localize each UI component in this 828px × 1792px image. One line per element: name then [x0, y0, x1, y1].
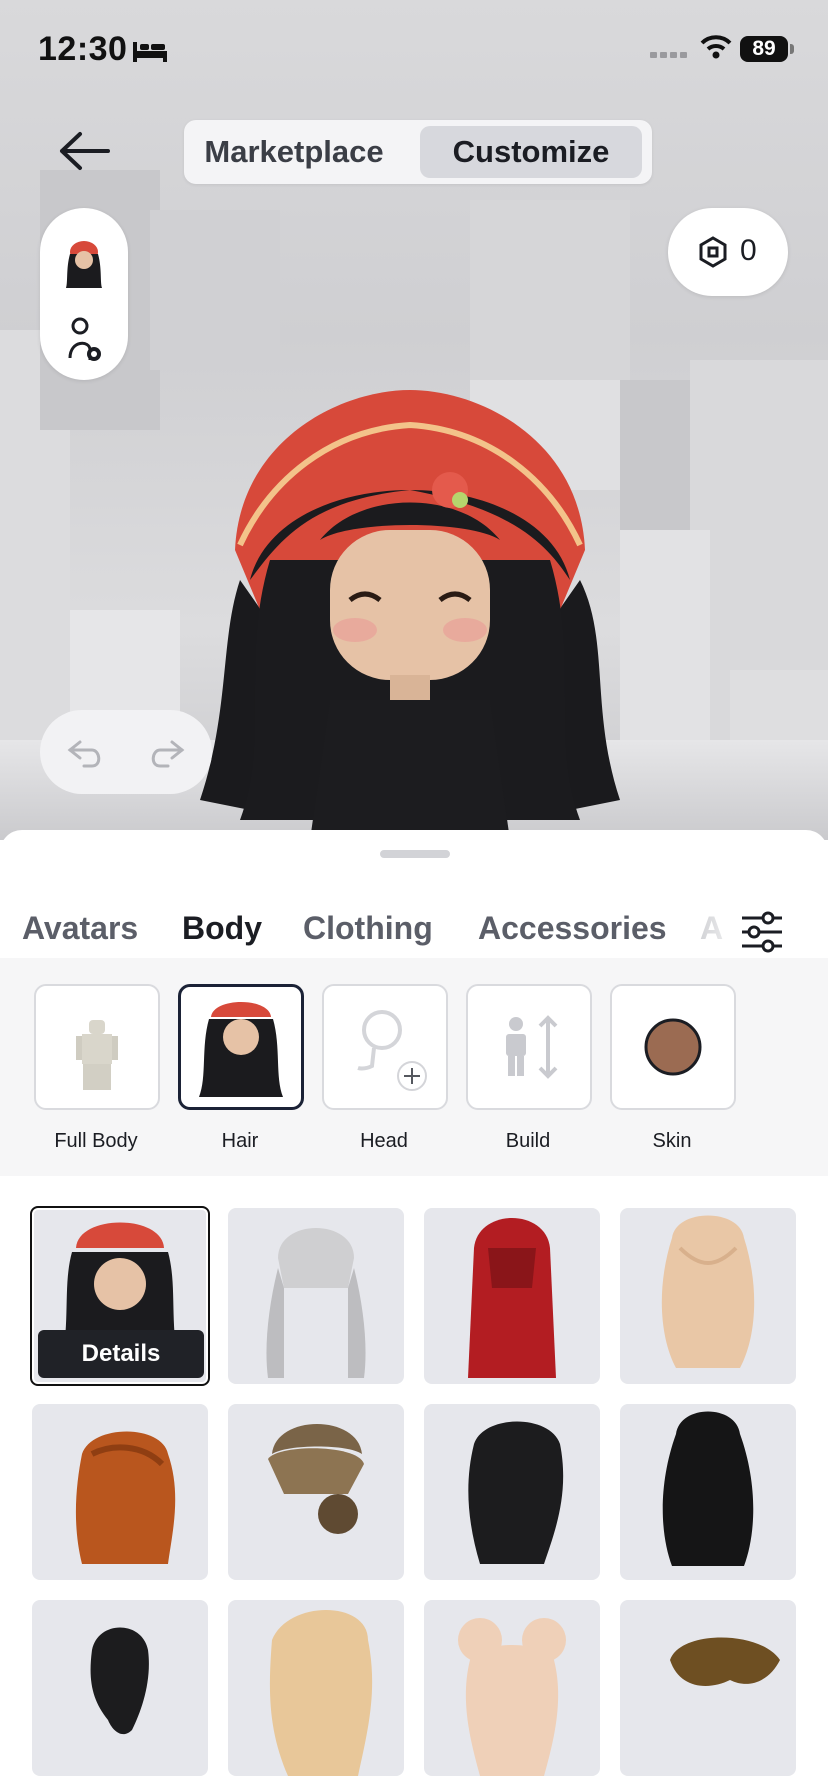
hair-thumb: [662, 1411, 754, 1566]
hair-thumb: [458, 1618, 566, 1776]
hair-item[interactable]: [228, 1404, 404, 1580]
subcat-skin-tile[interactable]: [610, 984, 736, 1110]
subcat-head-tile[interactable]: [322, 984, 448, 1110]
customize-sheet: Avatars Body Clothing Accessories A: [0, 830, 828, 1792]
full-body-icon: [76, 1020, 118, 1090]
hair-thumb: [468, 1421, 564, 1564]
avatar-character[interactable]: [180, 380, 640, 840]
hair-item-equipped[interactable]: Details: [30, 1206, 210, 1386]
hair-thumb: [75, 1431, 176, 1564]
tab-marketplace[interactable]: Marketplace: [194, 126, 394, 178]
undo-redo-pill: [40, 710, 212, 794]
subcat-hair[interactable]: Hair: [178, 984, 304, 1153]
hair-item[interactable]: [620, 1208, 796, 1384]
hair-item[interactable]: [620, 1404, 796, 1580]
filter-sliders-icon[interactable]: [740, 910, 784, 954]
hair-item[interactable]: [424, 1600, 600, 1776]
robux-icon: [699, 236, 727, 268]
subcat-hair-tile[interactable]: [178, 984, 304, 1110]
hair-item[interactable]: [228, 1208, 404, 1384]
hair-thumb: [266, 1228, 366, 1378]
hair-item[interactable]: [424, 1404, 600, 1580]
tab-avatars[interactable]: Avatars: [22, 910, 138, 947]
avatar-preview-scene[interactable]: 12:30 89 Marketplace Customize 0: [0, 0, 828, 840]
scene-block: [470, 200, 630, 380]
tab-clothing[interactable]: Clothing: [303, 910, 433, 947]
subcat-label: Build: [505, 1130, 551, 1152]
robux-count: 0: [740, 234, 757, 267]
scene-block: [150, 210, 280, 370]
details-button[interactable]: Details: [38, 1330, 204, 1378]
battery-tip: [790, 44, 794, 54]
hair-thumb: [90, 1627, 149, 1735]
robux-balance[interactable]: 0: [668, 208, 788, 296]
hair-item[interactable]: [228, 1600, 404, 1776]
subcat-label: Full Body: [54, 1130, 138, 1152]
status-bar: 12:30 89: [0, 0, 828, 100]
hair-thumb: [269, 1610, 373, 1776]
cell-signal-icon: [650, 52, 687, 58]
subcat-label: Head: [360, 1130, 408, 1152]
hair-item[interactable]: [32, 1404, 208, 1580]
status-time: 12:30: [38, 30, 128, 68]
subcat-build[interactable]: Build: [466, 984, 592, 1153]
hair-item[interactable]: [32, 1600, 208, 1776]
avatar-tools-pill: [40, 208, 128, 380]
tab-accessories[interactable]: Accessories: [478, 910, 667, 947]
skin-swatch: [644, 1018, 702, 1076]
build-icon: [506, 1015, 558, 1079]
back-arrow-icon[interactable]: [58, 128, 112, 174]
hair-thumb: [661, 1215, 755, 1368]
sheet-handle[interactable]: [380, 850, 450, 858]
subcat-label: Skin: [652, 1130, 692, 1152]
hair-thumb: [670, 1637, 780, 1686]
subcat-build-tile[interactable]: [466, 984, 592, 1110]
head-add-icon: [357, 1010, 427, 1091]
mode-switcher: Marketplace Customize: [184, 120, 652, 184]
subcat-full-body[interactable]: Full Body: [34, 984, 160, 1153]
hair-thumb: [468, 1218, 556, 1378]
redo-icon[interactable]: [146, 732, 186, 772]
subcat-head[interactable]: Head: [322, 984, 448, 1153]
subcat-label: Hair: [221, 1130, 259, 1152]
subcat-full-body-tile[interactable]: [34, 984, 160, 1110]
hair-thumb: [199, 1002, 283, 1097]
wifi-icon: [700, 35, 732, 59]
tab-customize[interactable]: Customize: [420, 126, 642, 178]
subcat-skin[interactable]: Skin: [610, 984, 736, 1153]
hair-thumb: [268, 1424, 364, 1534]
hair-items-grid: Details: [0, 1176, 828, 1792]
hair-item[interactable]: [424, 1208, 600, 1384]
undo-icon[interactable]: [66, 732, 106, 772]
hair-item[interactable]: [620, 1600, 796, 1776]
body-subcategories: Full Body Hair Head Build Skin: [0, 958, 828, 1176]
avatar-thumbnail-icon[interactable]: [60, 238, 108, 290]
bed-icon: [133, 42, 167, 62]
avatar-settings-icon[interactable]: [62, 316, 110, 368]
tab-body[interactable]: Body: [182, 910, 262, 947]
battery-icon: 89: [740, 36, 788, 62]
